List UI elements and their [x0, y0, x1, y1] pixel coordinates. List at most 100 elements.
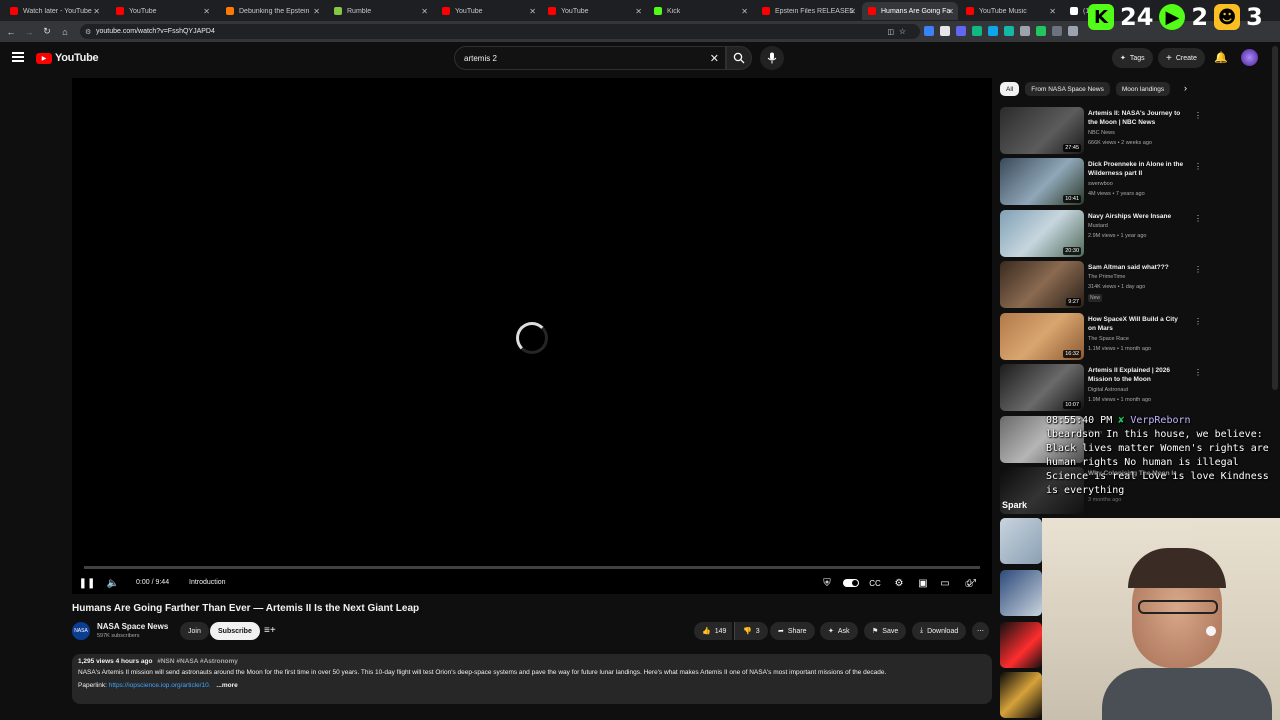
browser-tab[interactable]: Rumble ✕ — [328, 2, 432, 20]
clear-search-icon[interactable]: ✕ — [710, 52, 719, 65]
like-button[interactable]: 👍 149 — [694, 622, 733, 640]
filter-chip[interactable]: Moon landings — [1115, 82, 1171, 96]
browser-tab[interactable]: YouTube ✕ — [110, 2, 214, 20]
recommendation-thumbnail[interactable] — [1000, 622, 1042, 668]
recommendation-title[interactable]: Navy Airships Were Insane — [1088, 212, 1184, 221]
filter-chip[interactable]: All — [1000, 82, 1020, 96]
account-avatar[interactable] — [1241, 49, 1258, 66]
extension-icon-6[interactable] — [1004, 26, 1014, 36]
recommendation-item[interactable]: 27:45 Artemis II: NASA's Journey to the M… — [1000, 107, 1202, 155]
add-to-playlist-icon[interactable]: ≡+ — [264, 625, 276, 636]
recommendation-item[interactable]: 10:07 Artemis II Explained | 2026 Mission… — [1000, 364, 1202, 412]
site-info-icon[interactable]: ⚙ — [85, 28, 91, 36]
extension-icon-9[interactable] — [1052, 26, 1062, 36]
ask-button[interactable]: ✦ Ask — [820, 622, 858, 640]
recommendation-thumbnail[interactable]: 10:07 — [1000, 364, 1084, 411]
recommendation-channel[interactable]: NBC News — [1088, 130, 1115, 136]
subscribe-button[interactable]: Subscribe — [210, 622, 260, 640]
search-button[interactable] — [726, 46, 752, 70]
recommendation-thumbnail[interactable]: 20:30 — [1000, 210, 1084, 257]
tab-close-icon[interactable]: ✕ — [93, 7, 100, 16]
recommendation-thumbnail[interactable] — [1000, 672, 1042, 718]
extension-icon-5[interactable] — [988, 26, 998, 36]
dislike-button[interactable]: 👎 3 — [734, 622, 768, 640]
reload-icon[interactable]: ↻ — [40, 25, 54, 39]
tags-button[interactable]: ✦ Tags — [1112, 48, 1153, 68]
fullscreen-icon[interactable]: ⤢ — [965, 576, 979, 590]
share-button[interactable]: ➦ Share — [770, 622, 815, 640]
extension-icon-1[interactable] — [924, 26, 934, 36]
youtube-logo[interactable]: ▶ YouTube — [36, 52, 99, 64]
join-button[interactable]: Join — [180, 622, 209, 640]
recommendation-title[interactable]: Artemis II Explained | 2026 Mission to t… — [1088, 366, 1184, 384]
recommendation-channel[interactable]: The Space Race — [1088, 336, 1129, 342]
browser-tab[interactable]: YouTube ✕ — [542, 2, 646, 20]
tab-close-icon[interactable]: ✕ — [421, 7, 428, 16]
filter-chip[interactable]: From NASA Space News — [1025, 82, 1110, 96]
more-actions-button[interactable]: ⋯ — [972, 622, 989, 640]
notifications-bell-icon[interactable]: 🔔 — [1214, 51, 1228, 64]
recommendation-channel[interactable]: Mustard — [1088, 223, 1108, 229]
recommendation-item[interactable]: 16:32 How SpaceX Will Build a City on Mar… — [1000, 313, 1202, 361]
extension-icon-10[interactable] — [1068, 26, 1078, 36]
paperlink-url[interactable]: https://iopscience.iop.org/article/10. — [109, 682, 211, 689]
extension-icon-4[interactable] — [972, 26, 982, 36]
hashtags[interactable]: #NSN #NASA #Astronomy — [157, 658, 238, 665]
tab-close-icon[interactable]: ✕ — [313, 7, 320, 16]
recommendation-thumbnail[interactable] — [1000, 518, 1042, 564]
recommendation-thumbnail[interactable]: 9:27 — [1000, 261, 1084, 308]
tab-close-icon[interactable]: ✕ — [203, 7, 210, 16]
recommendation-thumbnail[interactable]: 27:45 — [1000, 107, 1084, 154]
download-button[interactable]: ⤓ Download — [912, 622, 967, 640]
recommendation-channel[interactable]: Digital Astronaut — [1088, 387, 1128, 393]
tab-close-icon[interactable]: ✕ — [849, 7, 856, 16]
recommendation-channel[interactable]: swerwboo — [1088, 181, 1113, 187]
save-button[interactable]: ⚑ Save — [864, 622, 907, 640]
browser-tab[interactable]: YouTube Music ✕ — [960, 2, 1060, 20]
tab-close-icon[interactable]: ✕ — [947, 7, 954, 16]
chips-next-icon[interactable]: › — [1184, 83, 1187, 93]
url-field[interactable]: ⚙ youtube.com/watch?v=FsshQYJAPD4 ☆ ◫ — [80, 24, 920, 39]
recommendation-title[interactable]: How SpaceX Will Build a City on Mars — [1088, 315, 1184, 333]
browser-tab[interactable]: Debunking the Epstein ✕ — [220, 2, 324, 20]
shield-icon[interactable]: ⛨ — [820, 576, 834, 590]
menu-icon[interactable] — [12, 52, 24, 62]
recommendation-title[interactable]: Sam Altman said what??? — [1088, 263, 1184, 272]
more-vertical-icon[interactable]: ⋮ — [1194, 317, 1202, 326]
recommendation-title[interactable]: Dick Proenneke in Alone in the Wildernes… — [1088, 160, 1184, 178]
forward-icon[interactable]: → — [22, 25, 36, 39]
tab-close-icon[interactable]: ✕ — [741, 7, 748, 16]
recommendation-item[interactable]: 20:30 Navy Airships Were Insane Mustard 2.9… — [1000, 210, 1202, 258]
volume-icon[interactable]: 🔈 — [106, 576, 120, 590]
browser-tab[interactable]: Humans Are Going Farthe✕ — [862, 2, 958, 20]
tab-close-icon[interactable]: ✕ — [529, 7, 536, 16]
browser-tab[interactable]: Kick ✕ — [648, 2, 752, 20]
extension-icon-7[interactable] — [1020, 26, 1030, 36]
install-app-icon[interactable]: ◫ — [887, 28, 894, 36]
page-scrollbar[interactable] — [1272, 46, 1278, 390]
video-player[interactable]: ❚❚ 🔈 0:00 / 9:44 Introduction ⛨ CC ⚙ ▣ ▭… — [72, 78, 992, 594]
captions-icon[interactable]: CC — [868, 576, 882, 590]
back-icon[interactable]: ← — [4, 25, 18, 39]
browser-tab[interactable]: (1) — [1064, 2, 1088, 20]
voice-search-button[interactable] — [760, 46, 784, 70]
more-link[interactable]: ...more — [216, 682, 237, 689]
autoplay-toggle[interactable] — [842, 576, 860, 590]
recommendation-title[interactable]: Artemis II: NASA's Journey to the Moon |… — [1088, 109, 1184, 127]
search-input[interactable]: artemis 2 ✕ — [454, 46, 726, 70]
theater-mode-icon[interactable]: ▭ — [938, 576, 952, 590]
extension-icon-2[interactable] — [940, 26, 950, 36]
extension-icon-3[interactable] — [956, 26, 966, 36]
tab-close-icon[interactable]: ✕ — [1049, 7, 1056, 16]
recommendation-item[interactable]: 9:27 Sam Altman said what??? The PrimeTime… — [1000, 261, 1202, 309]
pause-button[interactable]: ❚❚ — [79, 576, 96, 590]
recommendation-thumbnail[interactable]: 10:41 — [1000, 158, 1084, 205]
more-vertical-icon[interactable]: ⋮ — [1194, 214, 1202, 223]
recommendation-item[interactable]: 10:41 Dick Proenneke in Alone in the Wild… — [1000, 158, 1202, 206]
tab-close-icon[interactable]: ✕ — [635, 7, 642, 16]
miniplayer-icon[interactable]: ▣ — [916, 576, 930, 590]
description-box[interactable]: 1,295 views 4 hours ago #NSN #NASA #Astr… — [72, 654, 992, 704]
recommendation-channel[interactable]: The PrimeTime — [1088, 274, 1125, 280]
more-vertical-icon[interactable]: ⋮ — [1194, 162, 1202, 171]
recommendation-thumbnail[interactable] — [1000, 570, 1042, 616]
